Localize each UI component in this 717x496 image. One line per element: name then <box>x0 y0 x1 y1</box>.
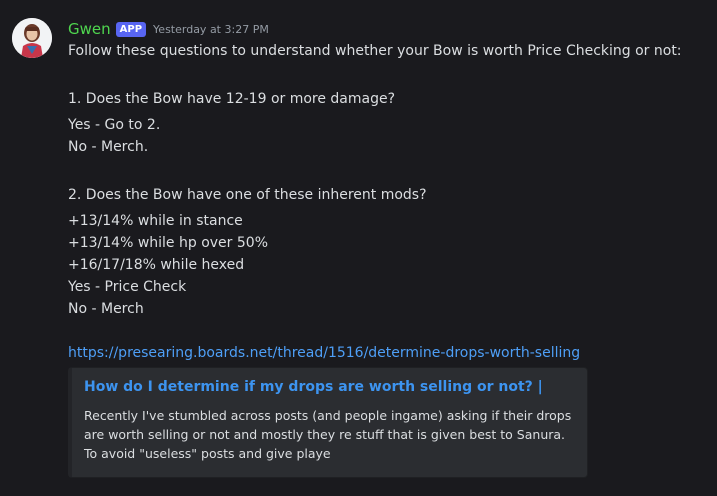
link-embed: How do I determine if my drops are worth… <box>68 367 588 478</box>
message-header: Gwen APP Yesterday at 3:27 PM <box>68 18 707 40</box>
intro-text: Follow these questions to understand whe… <box>68 43 682 59</box>
question-2-title: 2. Does the Bow have one of these inhere… <box>68 187 427 203</box>
chat-message: Gwen APP Yesterday at 3:27 PM Follow the… <box>0 0 717 496</box>
question-2-answer: +16/17/18% while hexed <box>68 257 245 273</box>
embed-description: Recently I've stumbled across posts (and… <box>84 408 572 461</box>
question-1-title: 1. Does the Bow have 12-19 or more damag… <box>68 91 396 107</box>
avatar[interactable] <box>12 18 52 58</box>
thread-link[interactable]: https://presearing.boards.net/thread/151… <box>68 342 707 364</box>
question-2-answer: +13/14% while hp over 50% <box>68 235 268 251</box>
avatar-image <box>12 18 52 58</box>
embed-title[interactable]: How do I determine if my drops are worth… <box>84 377 575 397</box>
app-badge: APP <box>115 22 147 37</box>
message-content: Gwen APP Yesterday at 3:27 PM Follow the… <box>68 18 707 478</box>
question-2-answer: No - Merch <box>68 301 144 317</box>
question-1-answer: No - Merch. <box>68 139 149 155</box>
question-2-answer: Yes - Price Check <box>68 279 187 295</box>
message-body: Follow these questions to understand whe… <box>68 40 707 364</box>
timestamp[interactable]: Yesterday at 3:27 PM <box>153 19 269 41</box>
question-2-answer: +13/14% while in stance <box>68 213 243 229</box>
username[interactable]: Gwen <box>68 18 111 40</box>
question-1-answer: Yes - Go to 2. <box>68 117 161 133</box>
